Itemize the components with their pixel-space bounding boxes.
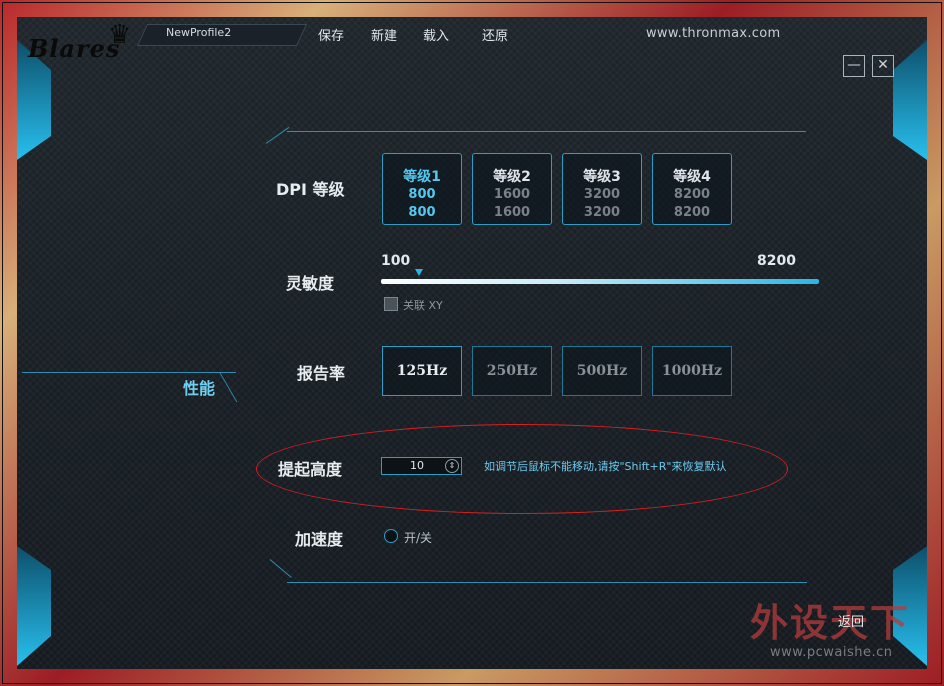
dpi-level-1[interactable]: 等级1 800 800 — [382, 153, 462, 225]
dpi-level-3[interactable]: 等级3 3200 3200 — [562, 153, 642, 225]
sensitivity-min: 100 — [381, 253, 411, 269]
site-url[interactable]: www.thronmax.com — [646, 26, 780, 41]
dpi-level-y: 800 — [408, 205, 436, 220]
brand-logo: Blares — [28, 34, 121, 63]
back-button[interactable]: 返回 — [838, 611, 864, 630]
brand-emblem-icon: ♛ — [108, 20, 132, 50]
lift-height-value[interactable]: 10 — [410, 459, 424, 472]
watermark-url: www.pcwaishe.cn — [770, 645, 893, 660]
sensitivity-slider[interactable] — [381, 279, 819, 284]
dpi-level-x: 3200 — [583, 187, 621, 202]
menu-restore[interactable]: 还原 — [482, 25, 508, 44]
rate-option-500[interactable]: 500Hz — [562, 346, 642, 396]
main-panel — [17, 17, 927, 669]
sensitivity-max: 8200 — [757, 253, 796, 269]
section-label[interactable]: 性能 — [183, 375, 215, 399]
lift-height-label: 提起高度 — [278, 460, 343, 479]
lift-height-hint: 如调节后鼠标不能移动,请按"Shift+R"来恢复默认 — [484, 460, 727, 473]
rate-option-125[interactable]: 125Hz — [382, 346, 462, 396]
dpi-level-4[interactable]: 等级4 8200 8200 — [652, 153, 732, 225]
acceleration-label: 加速度 — [295, 530, 344, 549]
dpi-level-y: 3200 — [583, 205, 621, 220]
link-xy-checkbox[interactable] — [384, 297, 398, 311]
menu-new[interactable]: 新建 — [371, 25, 397, 44]
divider-line — [287, 131, 806, 132]
slider-thumb-icon[interactable] — [415, 269, 423, 276]
divider-line — [287, 582, 807, 583]
menu-save[interactable]: 保存 — [318, 25, 344, 44]
dpi-level-title: 等级2 — [493, 169, 531, 185]
report-rate-label: 报告率 — [297, 364, 346, 383]
dpi-level-x: 800 — [408, 187, 436, 202]
dpi-level-title: 等级4 — [673, 169, 711, 185]
dpi-level-2[interactable]: 等级2 1600 1600 — [472, 153, 552, 225]
dpi-label: DPI 等级 — [276, 180, 345, 199]
dpi-level-x: 8200 — [673, 187, 711, 202]
rate-option-1000[interactable]: 1000Hz — [652, 346, 732, 396]
rate-option-250[interactable]: 250Hz — [472, 346, 552, 396]
dpi-level-y: 1600 — [493, 205, 531, 220]
minimize-button[interactable]: — — [843, 55, 865, 77]
profile-name[interactable]: NewProfile2 — [166, 26, 231, 39]
spinner-arrows-icon[interactable]: ⇕ — [445, 459, 459, 473]
watermark-logo: 外设天下 — [750, 601, 911, 645]
link-xy-label: 关联 XY — [403, 299, 443, 312]
dpi-level-y: 8200 — [673, 205, 711, 220]
app-window: Blares ♛ NewProfile2 保存 新建 载入 还原 www.thr… — [0, 0, 944, 686]
dpi-level-title: 等级3 — [583, 169, 621, 185]
sensitivity-label: 灵敏度 — [286, 274, 335, 293]
close-button[interactable]: ✕ — [872, 55, 894, 77]
acceleration-toggle[interactable] — [384, 529, 398, 543]
dpi-level-x: 1600 — [493, 187, 531, 202]
menu-load[interactable]: 载入 — [423, 25, 449, 44]
dpi-level-title: 等级1 — [403, 169, 441, 185]
acceleration-toggle-label: 开/关 — [404, 531, 433, 545]
